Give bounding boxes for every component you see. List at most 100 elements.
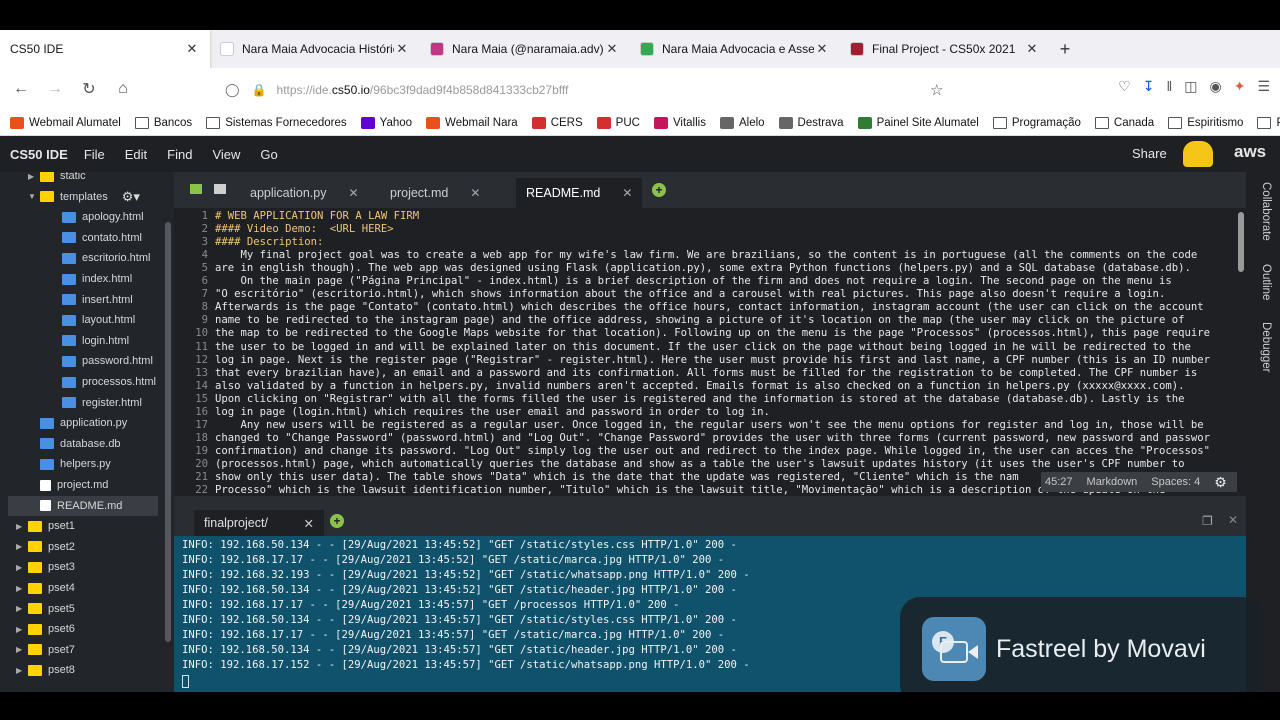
tree-item[interactable]: processos.html bbox=[0, 372, 160, 392]
bookmark-item[interactable]: Yahoo bbox=[360, 116, 412, 129]
close-icon[interactable]: ✕ bbox=[304, 516, 314, 531]
menu-file[interactable]: File bbox=[84, 147, 105, 162]
bookmark-item[interactable]: Pos Nara bbox=[1257, 116, 1280, 129]
browser-tab[interactable]: Final Project - CS50x 2021 ✕ bbox=[840, 30, 1050, 68]
tree-item[interactable]: escritorio.html bbox=[0, 248, 160, 268]
close-tab-icon[interactable]: ✕ bbox=[184, 41, 200, 57]
browser-tab[interactable]: Nara Maia (@naramaia.adv) • I ✕ bbox=[420, 30, 630, 68]
maximize-icon[interactable]: ❐ bbox=[1202, 514, 1213, 528]
menu-go[interactable]: Go bbox=[260, 147, 277, 162]
close-tab-icon[interactable]: ✕ bbox=[1024, 41, 1040, 57]
menu-icon[interactable]: ☰ bbox=[1257, 78, 1270, 95]
outline-tab[interactable]: Outline bbox=[1260, 264, 1272, 300]
new-tab-icon[interactable]: + bbox=[1050, 30, 1080, 68]
chevron-down-icon[interactable]: ▼ bbox=[28, 192, 40, 201]
editor-tab[interactable]: README.md ✕ bbox=[516, 178, 643, 208]
menu-edit[interactable]: Edit bbox=[125, 147, 147, 162]
close-icon[interactable]: ✕ bbox=[622, 186, 632, 200]
browser-tab[interactable]: CS50 IDE ✕ bbox=[0, 30, 210, 68]
sidebar-scrollbar[interactable] bbox=[165, 222, 171, 642]
bookmark-item[interactable]: Canada bbox=[1094, 116, 1154, 129]
bookmark-item[interactable]: Painel Site Alumatel bbox=[857, 116, 979, 129]
duck-avatar[interactable] bbox=[1183, 141, 1213, 167]
close-tab-icon[interactable]: ✕ bbox=[604, 41, 620, 57]
chevron-right-icon[interactable]: ▶ bbox=[16, 522, 28, 531]
language-mode[interactable]: Markdown bbox=[1087, 476, 1138, 488]
tree-item[interactable]: login.html bbox=[0, 331, 160, 351]
bookmark-item[interactable]: Programação bbox=[992, 116, 1081, 129]
chevron-right-icon[interactable]: ▶ bbox=[16, 542, 28, 551]
bookmark-item[interactable]: Destrava bbox=[778, 116, 844, 129]
reload-icon[interactable]: ↻ bbox=[72, 79, 106, 99]
menu-find[interactable]: Find bbox=[167, 147, 192, 162]
chevron-right-icon[interactable]: ▶ bbox=[16, 666, 28, 675]
chevron-right-icon[interactable]: ▶ bbox=[28, 172, 40, 181]
pocket-icon[interactable]: ♡ bbox=[1118, 78, 1131, 95]
close-icon[interactable]: ✕ bbox=[470, 186, 480, 200]
tree-item[interactable]: ▶ pset5 bbox=[0, 599, 160, 619]
tree-item[interactable]: helpers.py bbox=[0, 454, 160, 474]
chevron-right-icon[interactable]: ▶ bbox=[16, 604, 28, 613]
tree-item[interactable]: ▶ pset7 bbox=[0, 640, 160, 660]
tree-item[interactable]: password.html bbox=[0, 351, 160, 371]
browser-tab[interactable]: Nara Maia Advocacia e Assesso✕ bbox=[630, 30, 840, 68]
tree-item[interactable]: application.py bbox=[0, 413, 160, 433]
terminal-tab[interactable]: finalproject/ ✕ bbox=[194, 510, 324, 536]
tree-item[interactable]: ▶ pset3 bbox=[0, 557, 160, 577]
editor-scrollbar[interactable] bbox=[1238, 212, 1244, 272]
chevron-right-icon[interactable]: ▶ bbox=[16, 645, 28, 654]
bookmark-item[interactable]: Webmail Alumatel bbox=[10, 116, 121, 129]
editor-tab[interactable]: application.py ✕ bbox=[240, 178, 369, 208]
chevron-right-icon[interactable]: ▶ bbox=[16, 584, 28, 593]
download-icon[interactable]: ↧ bbox=[1143, 78, 1155, 95]
new-tab-plus-icon[interactable]: + bbox=[652, 183, 666, 197]
bookmark-item[interactable]: Espiritismo bbox=[1168, 116, 1243, 129]
close-icon[interactable]: ✕ bbox=[348, 186, 358, 200]
close-panel-icon[interactable]: ✕ bbox=[1228, 513, 1238, 527]
tree-item[interactable]: README.md bbox=[8, 495, 158, 516]
tree-item[interactable]: index.html bbox=[0, 269, 160, 289]
bookmark-item[interactable]: Vitallis bbox=[653, 116, 706, 129]
chevron-right-icon[interactable]: ▶ bbox=[16, 563, 28, 572]
code-editor[interactable]: 1 # WEB APPLICATION FOR A LAW FIRM 2 #### V… bbox=[174, 208, 1246, 496]
new-terminal-plus-icon[interactable]: + bbox=[330, 514, 344, 528]
editor-tab[interactable]: project.md ✕ bbox=[380, 178, 490, 208]
back-icon[interactable]: ← bbox=[4, 80, 38, 98]
chevron-right-icon[interactable]: ▶ bbox=[16, 625, 28, 634]
bookmark-item[interactable]: Webmail Nara bbox=[426, 116, 518, 129]
tree-item[interactable]: ▶ pset1 bbox=[0, 516, 160, 536]
bookmark-item[interactable]: PUC bbox=[596, 116, 640, 129]
tree-item[interactable]: ▼ templates ⚙▾ bbox=[0, 187, 160, 207]
browser-tab[interactable]: Nara Maia Advocacia Histórico de P✕ bbox=[210, 30, 420, 68]
star-icon[interactable]: ☆ bbox=[930, 81, 943, 99]
indent-setting[interactable]: Spaces: 4 bbox=[1151, 476, 1200, 488]
tree-item[interactable]: register.html bbox=[0, 393, 160, 413]
sidebar-icon[interactable]: ◫ bbox=[1184, 78, 1197, 95]
bookmark-item[interactable]: Alelo bbox=[719, 116, 765, 129]
tree-item[interactable]: ▶ pset2 bbox=[0, 537, 160, 557]
forward-icon[interactable]: → bbox=[38, 80, 72, 98]
tree-item[interactable]: apology.html bbox=[0, 207, 160, 227]
library-icon[interactable]: ‖ bbox=[1166, 78, 1172, 95]
tree-item[interactable]: insert.html bbox=[0, 290, 160, 310]
debugger-tab[interactable]: Debugger bbox=[1260, 322, 1272, 373]
bookmark-item[interactable]: Bancos bbox=[134, 116, 192, 129]
menu-view[interactable]: View bbox=[212, 147, 240, 162]
bookmark-item[interactable]: Sistemas Fornecedores bbox=[206, 116, 347, 129]
bookmark-item[interactable]: CERS bbox=[531, 116, 583, 129]
gear-icon[interactable]: ⚙▾ bbox=[122, 189, 140, 205]
tree-item[interactable]: project.md bbox=[0, 475, 160, 495]
tree-item[interactable]: layout.html bbox=[0, 310, 160, 330]
tree-item[interactable]: contato.html bbox=[0, 228, 160, 248]
tree-item[interactable]: ▶ pset6 bbox=[0, 619, 160, 639]
home-icon[interactable]: ⌂ bbox=[106, 80, 140, 98]
collaborate-tab[interactable]: Collaborate bbox=[1260, 182, 1272, 241]
close-tab-icon[interactable]: ✕ bbox=[394, 41, 410, 57]
tree-item[interactable]: ▶ pset4 bbox=[0, 578, 160, 598]
tree-item[interactable]: ▶ pset8 bbox=[0, 660, 160, 680]
tree-item[interactable]: ▶ static bbox=[0, 172, 160, 186]
account-icon[interactable]: ◉ bbox=[1209, 78, 1221, 95]
share-button[interactable]: Share bbox=[1132, 146, 1167, 161]
address-bar[interactable]: ◯ 🔒 https://ide.cs50.io/96bc3f9dad9f4b85… bbox=[225, 76, 955, 104]
extension-icon[interactable]: ✦ bbox=[1234, 78, 1246, 95]
